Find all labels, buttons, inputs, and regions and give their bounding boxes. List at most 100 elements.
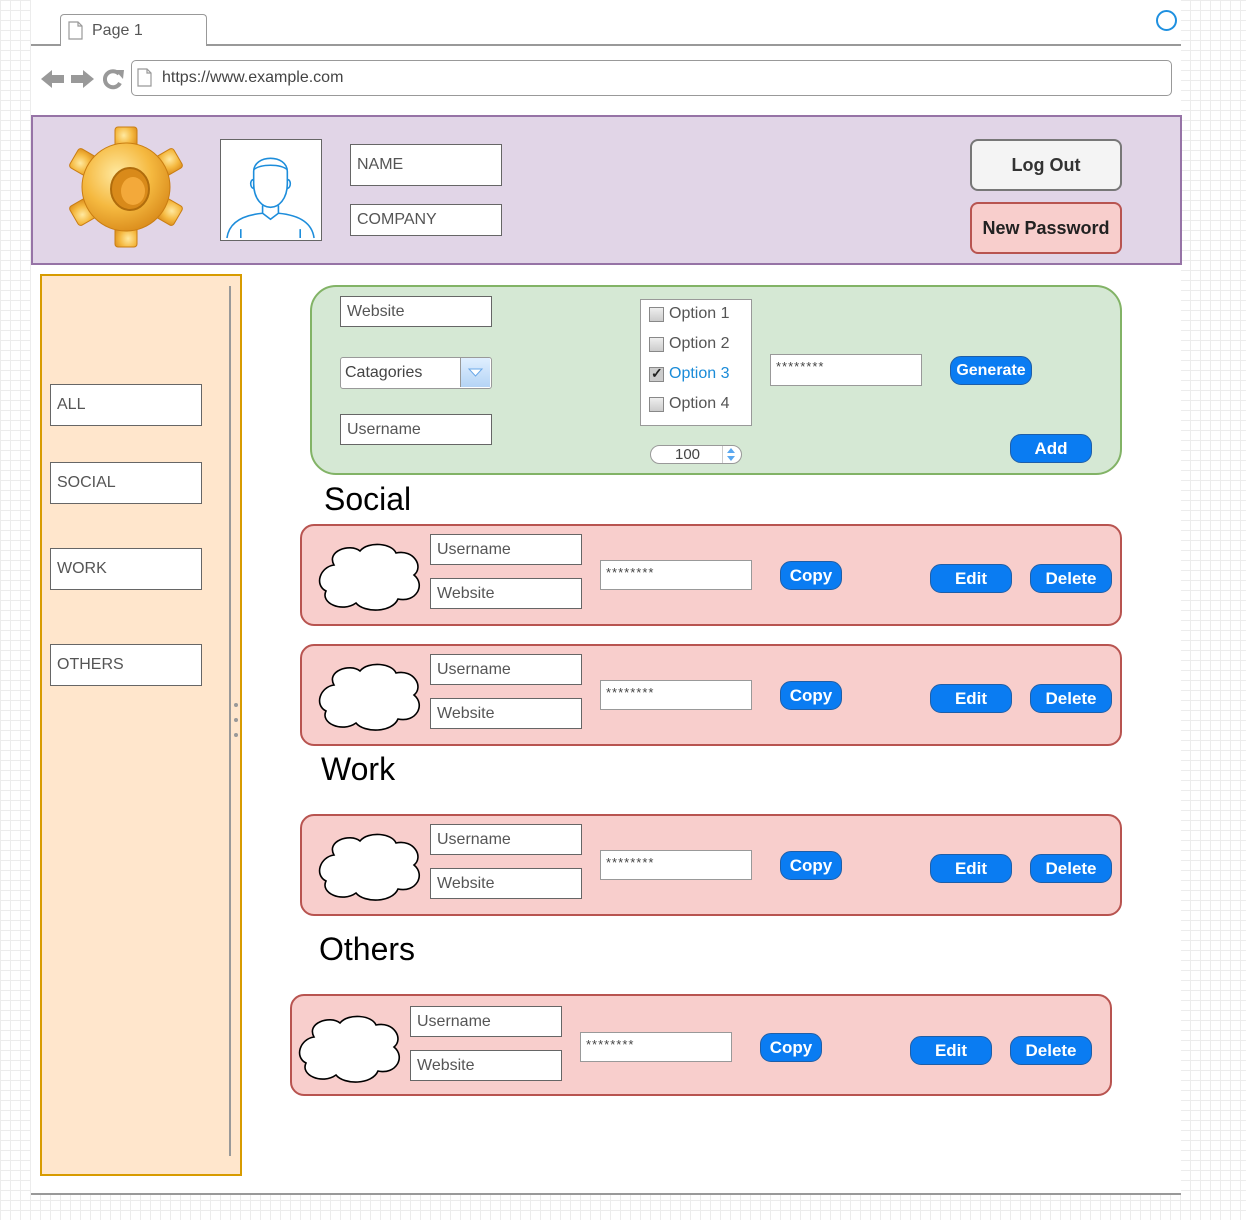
section-title-work: Work: [321, 751, 396, 787]
user-icon: [226, 157, 315, 239]
page-bottom-border: [31, 1193, 1181, 1195]
tab-label: Page 1: [92, 22, 143, 39]
delete-button[interactable]: Delete: [1030, 684, 1112, 713]
delete-button[interactable]: Delete: [1030, 564, 1112, 593]
option-label: Option 1: [669, 305, 730, 322]
option-1-checkbox[interactable]: Option 1: [649, 305, 729, 323]
checkbox-icon: [649, 396, 664, 412]
page-icon: [68, 21, 83, 40]
page-icon: [137, 68, 152, 87]
resize-handle-dot: [234, 718, 238, 722]
forward-arrow-icon[interactable]: [70, 68, 94, 90]
chevron-down-icon[interactable]: [460, 358, 490, 387]
sidebar-item-label: ALL: [57, 396, 86, 413]
address-bar[interactable]: https://www.example.com: [131, 60, 1172, 96]
resize-handle-dot: [234, 703, 238, 707]
tab-divider: [31, 44, 61, 46]
section-title-others: Others: [319, 931, 416, 967]
add-button[interactable]: Add: [1010, 434, 1092, 463]
section-title-social: Social: [324, 481, 412, 517]
entry-password-field[interactable]: ********: [580, 1032, 732, 1062]
generate-button[interactable]: Generate: [950, 356, 1032, 385]
generated-password-field[interactable]: ********: [770, 354, 922, 386]
entry-username-field[interactable]: Username: [430, 824, 582, 855]
copy-button[interactable]: Copy: [780, 681, 842, 710]
name-field[interactable]: NAME: [350, 144, 502, 186]
categories-label: Catagories: [345, 364, 423, 381]
entry-username-field[interactable]: Username: [430, 654, 582, 685]
copy-button[interactable]: Copy: [760, 1033, 822, 1062]
option-label: Option 3: [669, 365, 730, 382]
entry-username: Username: [437, 660, 511, 678]
entry-website-field[interactable]: Website: [430, 868, 582, 899]
avatar[interactable]: [220, 139, 322, 241]
entry-website: Website: [437, 584, 495, 602]
entry-password: ********: [606, 565, 655, 580]
company-field[interactable]: COMPANY: [350, 204, 502, 236]
sidebar-item-social[interactable]: SOCIAL: [50, 462, 202, 504]
sidebar-scrollbar[interactable]: [229, 286, 231, 1156]
checkbox-icon: [649, 336, 664, 352]
checkbox-icon: [649, 306, 664, 322]
option-label: Option 2: [669, 335, 730, 352]
entry-username: Username: [437, 830, 511, 848]
resize-handle-dot: [234, 733, 238, 737]
entry-website: Website: [437, 704, 495, 722]
entry-username-field[interactable]: Username: [410, 1006, 562, 1037]
copy-button[interactable]: Copy: [780, 851, 842, 880]
password-value: ********: [776, 359, 825, 374]
company-label: COMPANY: [357, 211, 437, 228]
entry-password-field[interactable]: ********: [600, 850, 752, 880]
copy-button[interactable]: Copy: [780, 561, 842, 590]
entry-password-field[interactable]: ********: [600, 560, 752, 590]
tab-divider: [206, 44, 1181, 46]
delete-button[interactable]: Delete: [1030, 854, 1112, 883]
cloud-icon: [318, 663, 420, 731]
entry-password-field[interactable]: ********: [600, 680, 752, 710]
delete-button[interactable]: Delete: [1010, 1036, 1092, 1065]
entry-website: Website: [417, 1056, 475, 1074]
cloud-icon: [298, 1015, 400, 1083]
stepper-arrows-icon[interactable]: [722, 446, 740, 463]
entry-website-field[interactable]: Website: [430, 698, 582, 729]
edit-button[interactable]: Edit: [930, 854, 1012, 883]
cloud-icon: [318, 833, 420, 901]
entry-website-field[interactable]: Website: [410, 1050, 562, 1081]
edit-button[interactable]: Edit: [930, 684, 1012, 713]
new-password-button[interactable]: New Password: [970, 202, 1122, 254]
logout-button[interactable]: Log Out: [970, 139, 1122, 191]
url-text: https://www.example.com: [162, 69, 344, 86]
entry-password: ********: [606, 685, 655, 700]
name-label: NAME: [357, 156, 404, 173]
sidebar-item-label: SOCIAL: [57, 474, 116, 491]
edit-button[interactable]: Edit: [930, 564, 1012, 593]
cloud-icon: [318, 543, 420, 611]
gear-icon[interactable]: [58, 125, 193, 250]
option-2-checkbox[interactable]: Option 2: [649, 335, 729, 353]
username-input[interactable]: Username: [340, 414, 492, 445]
entry-username-field[interactable]: Username: [430, 534, 582, 565]
sidebar-item-others[interactable]: OTHERS: [50, 644, 202, 686]
checked-checkbox-icon: [649, 365, 664, 382]
length-value: 100: [675, 446, 701, 463]
website-label: Website: [347, 302, 405, 320]
entry-username: Username: [417, 1012, 491, 1030]
edit-button[interactable]: Edit: [910, 1036, 992, 1065]
option-3-checkbox[interactable]: Option 3: [649, 365, 729, 383]
entry-password: ********: [586, 1037, 635, 1052]
option-label: Option 4: [669, 395, 730, 412]
option-4-checkbox[interactable]: Option 4: [649, 395, 729, 413]
dropdown-arrow-icon: [467, 368, 484, 377]
status-circle-icon[interactable]: [1156, 10, 1177, 31]
sidebar-item-label: OTHERS: [57, 656, 124, 673]
sidebar-item-work[interactable]: WORK: [50, 548, 202, 590]
entry-website-field[interactable]: Website: [430, 578, 582, 609]
entry-password: ********: [606, 855, 655, 870]
entry-website: Website: [437, 874, 495, 892]
reload-icon[interactable]: [101, 68, 125, 90]
sidebar-item-all[interactable]: ALL: [50, 384, 202, 426]
sidebar-item-label: WORK: [57, 560, 107, 577]
back-arrow-icon[interactable]: [41, 68, 65, 90]
username-label: Username: [347, 420, 421, 438]
website-input[interactable]: Website: [340, 296, 492, 327]
